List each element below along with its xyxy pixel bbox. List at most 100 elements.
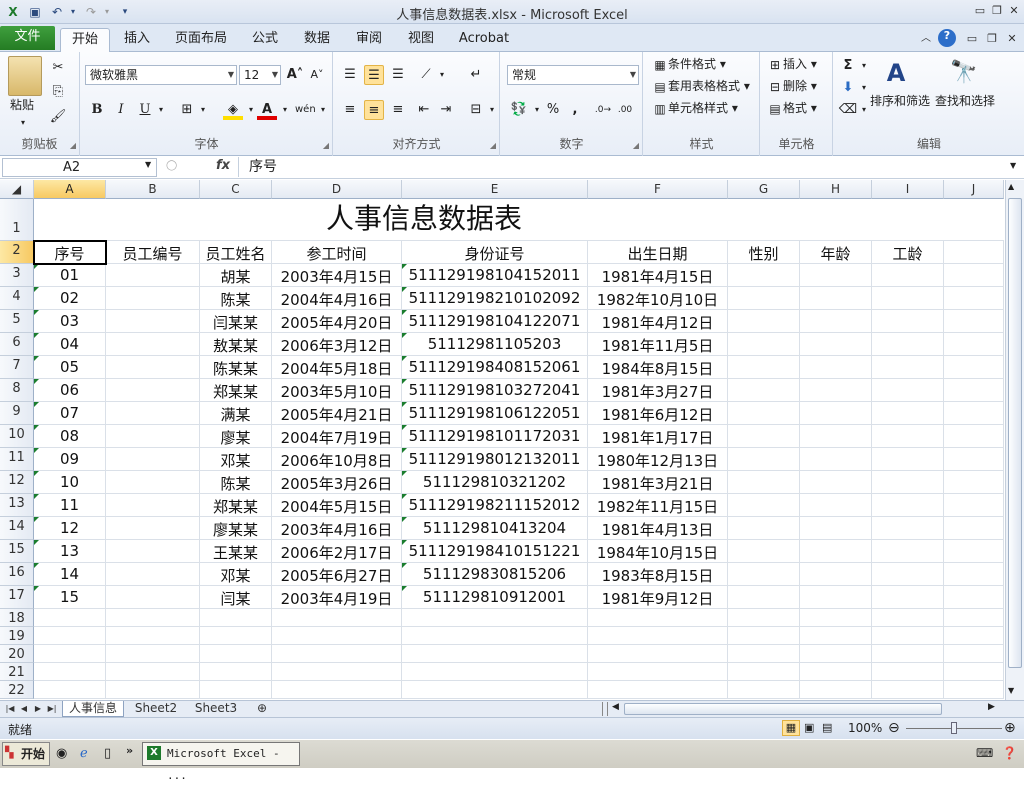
cell-empty[interactable] [872,517,944,540]
cut-icon[interactable]: ✂ [48,58,68,78]
cell-empty[interactable] [944,264,1004,287]
font-name-select[interactable]: 微软雅黑 ▼ [85,65,237,85]
data-cell[interactable] [106,517,200,540]
data-cell[interactable] [106,402,200,425]
cell-empty[interactable] [944,448,1004,471]
phonetic-dropdown-icon[interactable]: ▾ [313,100,333,120]
data-cell[interactable] [106,586,200,609]
row-header-15[interactable]: 15 [0,540,34,563]
cell-empty[interactable] [944,471,1004,494]
header-cell[interactable]: 身份证号 [402,241,588,264]
zoom-out-icon[interactable]: ⊖ [888,720,900,736]
data-cell[interactable] [106,310,200,333]
row-header-7[interactable]: 7 [0,356,34,379]
data-cell[interactable]: 07 [34,402,106,425]
data-cell[interactable]: 511129198210102092 [402,287,588,310]
sheet-tab-1[interactable]: 人事信息 [62,701,124,717]
merge-dropdown-icon[interactable]: ▾ [482,100,502,120]
cell-empty[interactable] [728,448,800,471]
paste-dropdown-icon[interactable]: ▾ [21,114,25,132]
cell-empty[interactable] [872,586,944,609]
data-cell[interactable]: 2004年5月18日 [272,356,402,379]
cell-empty[interactable] [200,627,272,645]
collapse-ribbon-icon[interactable]: ︿ [918,32,934,46]
accounting-format-icon[interactable]: 💱 [509,100,529,120]
header-cell[interactable]: 性别 [728,241,800,264]
font-launcher-icon[interactable]: ◢ [323,141,329,150]
row-header-4[interactable]: 4 [0,287,34,310]
cell-empty[interactable] [944,681,1004,699]
cell-empty[interactable] [728,402,800,425]
data-cell[interactable]: 1983年8月15日 [588,563,728,586]
align-top-icon[interactable]: ☰ [340,65,360,85]
cell-empty[interactable] [728,333,800,356]
normal-view-icon[interactable]: ▦ [782,720,800,736]
column-header-h[interactable]: H [800,180,872,199]
cell-empty[interactable] [800,287,872,310]
paste-button[interactable]: 粘贴 [10,96,34,114]
cell-empty[interactable] [872,333,944,356]
decrease-indent-icon[interactable]: ⇤ [414,100,434,120]
cell-empty[interactable] [872,425,944,448]
cell-empty[interactable] [106,609,200,627]
data-cell[interactable] [106,563,200,586]
cell-empty[interactable] [800,627,872,645]
column-header-c[interactable]: C [200,180,272,199]
font-color-icon[interactable]: A [257,100,277,120]
data-cell[interactable]: 2006年3月12日 [272,333,402,356]
cell-empty[interactable] [944,540,1004,563]
format-cells-button[interactable]: ▤ 格式 ▾ [767,99,817,117]
zoom-in-icon[interactable]: ⊕ [1004,720,1016,736]
cell-empty[interactable] [800,517,872,540]
sheet-tab-2[interactable]: Sheet2 [128,701,184,717]
data-cell[interactable]: 胡某 [200,264,272,287]
cell-empty[interactable] [800,471,872,494]
cell-empty[interactable] [800,540,872,563]
scroll-up-icon[interactable]: ▲ [1008,182,1014,191]
find-select-icon[interactable]: 🔭 [950,56,978,90]
sort-filter-icon[interactable]: A [882,56,910,90]
cell-empty[interactable] [872,563,944,586]
tab-insert[interactable]: 插入 [116,28,158,52]
data-cell[interactable]: 51112981041320​4 [402,517,588,540]
row-header-6[interactable]: 6 [0,333,34,356]
cell-empty[interactable] [944,517,1004,540]
row-header-2[interactable]: 2 [0,241,34,264]
cell-empty[interactable] [872,356,944,379]
data-cell[interactable]: 2005年6月27日 [272,563,402,586]
column-header-f[interactable]: F [588,180,728,199]
data-cell[interactable]: 2005年4月21日 [272,402,402,425]
data-cell[interactable]: 2003年4月19日 [272,586,402,609]
column-header-b[interactable]: B [106,180,200,199]
cell-empty[interactable] [34,627,106,645]
cell-empty[interactable] [872,663,944,681]
increase-decimal-icon[interactable]: .0→ [593,100,613,120]
formula-bar-resize-icon[interactable]: ◯ [166,160,177,171]
cell-empty[interactable] [944,663,1004,681]
header-cell[interactable]: 工龄 [872,241,944,264]
bold-button[interactable]: B [87,100,107,120]
data-cell[interactable] [106,287,200,310]
cell-empty[interactable] [800,333,872,356]
cell-empty[interactable] [872,287,944,310]
cell-empty[interactable] [800,264,872,287]
cell-empty[interactable] [800,663,872,681]
data-cell[interactable]: 闫某 [200,586,272,609]
data-cell[interactable] [106,494,200,517]
data-cell[interactable]: 闫某某 [200,310,272,333]
cell-empty[interactable] [944,563,1004,586]
data-cell[interactable]: 03 [34,310,106,333]
shrink-font-icon[interactable]: A˅ [307,65,327,85]
number-launcher-icon[interactable]: ◢ [633,141,639,150]
cell-empty[interactable] [728,494,800,517]
row-header-8[interactable]: 8 [0,379,34,402]
row-header-10[interactable]: 10 [0,425,34,448]
cell-empty[interactable] [800,310,872,333]
data-cell[interactable]: 2003年4月15日 [272,264,402,287]
cell-empty[interactable] [800,425,872,448]
data-cell[interactable]: 1981年3月21日 [588,471,728,494]
cell-empty[interactable] [106,663,200,681]
sheet-tab-3[interactable]: Sheet3 [188,701,244,717]
data-cell[interactable]: 陈某某 [200,356,272,379]
last-sheet-icon[interactable]: ▶| [46,701,58,717]
